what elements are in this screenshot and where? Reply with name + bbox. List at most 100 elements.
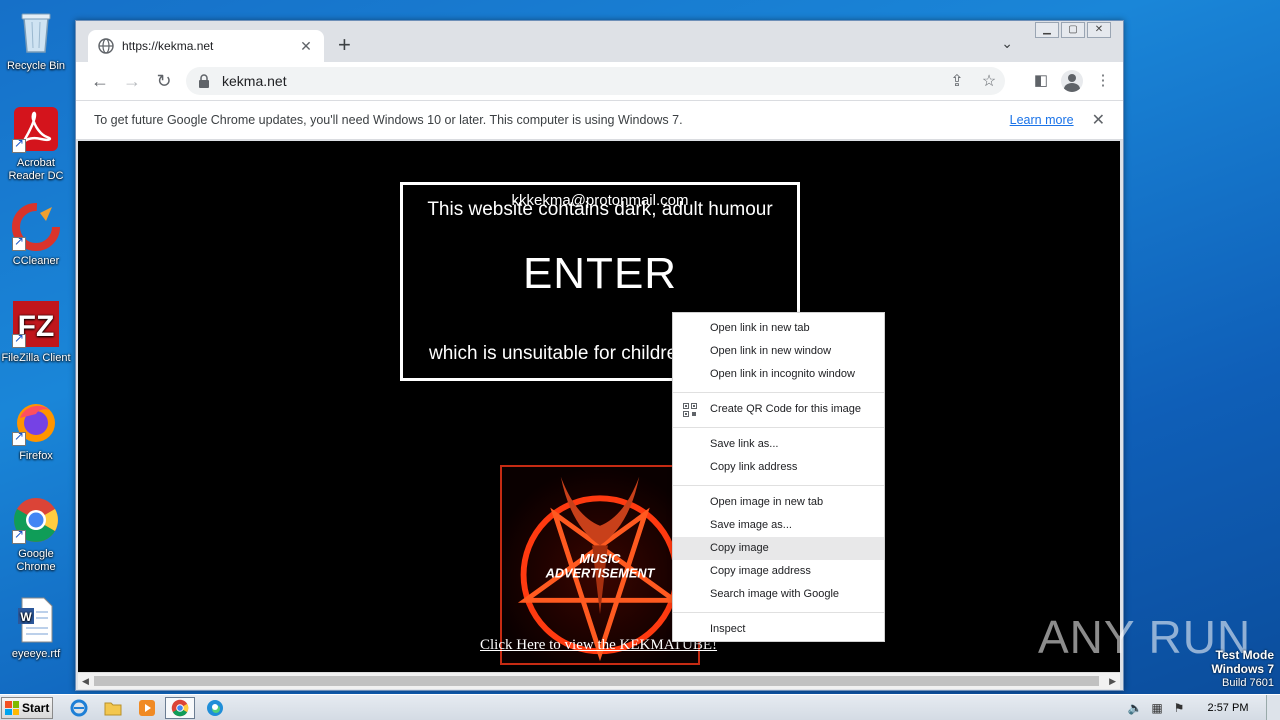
taskbar-ie[interactable]: [64, 697, 94, 719]
taskbar: Start 🔈 ▦ ⚑ 2:57 PM: [0, 694, 1280, 720]
tab-search-chevron-icon[interactable]: ⌄: [1001, 35, 1013, 52]
music-advertisement-image[interactable]: MUSIC ADVERTISEMENT: [500, 465, 700, 665]
desktop-icon-label: eyeeye.rtf: [11, 648, 61, 660]
scroll-thumb[interactable]: [94, 676, 1099, 686]
learn-more-link[interactable]: Learn more: [1010, 113, 1074, 127]
minimize-button[interactable]: ▁: [1035, 22, 1059, 38]
menu-copy-image[interactable]: Copy image: [673, 537, 884, 560]
browser-toolbar: ← → ↻ kekma.net ⇪ ☆ ◧ ⋮: [76, 62, 1123, 100]
acrobat-icon: [12, 105, 60, 153]
menu-separator: [673, 612, 884, 613]
internet-explorer-icon: [70, 699, 88, 717]
taskbar-edge[interactable]: [200, 697, 230, 719]
windows-version-text: Windows 7: [1211, 662, 1274, 676]
menu-open-link-incognito[interactable]: Open link in incognito window: [673, 363, 884, 386]
desktop-icon-chrome[interactable]: Google Chrome: [0, 496, 72, 574]
system-tray: 🔈 ▦ ⚑ 2:57 PM: [1124, 695, 1280, 720]
menu-open-link-new-tab[interactable]: Open link in new tab: [673, 317, 884, 340]
network-icon[interactable]: ▦: [1146, 701, 1168, 715]
update-infobar: To get future Google Chrome updates, you…: [76, 100, 1123, 140]
menu-create-qr-code[interactable]: Create QR Code for this image: [673, 398, 884, 421]
back-button[interactable]: ←: [84, 71, 116, 92]
horizontal-scrollbar[interactable]: ◀ ▶: [78, 672, 1120, 689]
shortcut-arrow-icon: [12, 528, 26, 544]
desktop-icon-label: CCleaner: [12, 255, 60, 267]
address-bar[interactable]: kekma.net ⇪ ☆: [186, 67, 1005, 95]
menu-copy-link-address[interactable]: Copy link address: [673, 456, 884, 479]
close-window-button[interactable]: ✕: [1087, 22, 1111, 38]
scroll-right-icon[interactable]: ▶: [1109, 676, 1116, 687]
desktop-icon-label: Acrobat Reader DC: [8, 157, 64, 182]
more-menu-icon[interactable]: ⋮: [1091, 69, 1115, 93]
infobar-message: To get future Google Chrome updates, you…: [94, 113, 683, 127]
share-icon[interactable]: ⇪: [941, 71, 973, 91]
desktop-icon-filezilla[interactable]: FZ FileZilla Client: [0, 300, 72, 365]
desktop-icon-label: Recycle Bin: [6, 60, 66, 72]
media-player-icon: [139, 700, 155, 716]
toolbar-right: ◧ ⋮: [1029, 69, 1115, 93]
qr-code-icon: [683, 403, 697, 417]
advert-line2: ADVERTISEMENT: [545, 566, 656, 581]
desktop-icon-label: Firefox: [19, 450, 53, 462]
menu-item-label: Create QR Code for this image: [710, 403, 862, 415]
menu-save-image-as[interactable]: Save image as...: [673, 514, 884, 537]
chrome-icon: [12, 496, 60, 544]
chrome-icon: [171, 699, 189, 717]
tab-close-icon[interactable]: ✕: [298, 38, 314, 55]
menu-search-image-google[interactable]: Search image with Google: [673, 583, 884, 606]
profile-avatar-icon[interactable]: [1061, 70, 1083, 92]
window-controls: ▁ ▢ ✕: [1035, 22, 1111, 38]
unsuitable-text: which is unsuitable for children: [429, 343, 688, 364]
lock-icon: [199, 74, 209, 88]
edge-icon: [207, 700, 223, 716]
volume-icon[interactable]: 🔈: [1124, 701, 1146, 715]
infobar-close-icon[interactable]: ✕: [1092, 110, 1105, 130]
menu-separator: [673, 485, 884, 486]
clock[interactable]: 2:57 PM: [1190, 702, 1266, 714]
folder-icon: [104, 702, 122, 716]
show-desktop-button[interactable]: [1266, 695, 1280, 720]
menu-save-link-as[interactable]: Save link as...: [673, 433, 884, 456]
menu-open-image-new-tab[interactable]: Open image in new tab: [673, 491, 884, 514]
tab-title: https://kekma.net: [122, 39, 214, 53]
browser-tab[interactable]: https://kekma.net ✕: [88, 30, 324, 62]
forward-button[interactable]: →: [116, 71, 148, 92]
side-panel-icon[interactable]: ◧: [1029, 69, 1053, 93]
shortcut-arrow-icon: [12, 137, 26, 153]
new-tab-button[interactable]: +: [338, 33, 351, 57]
advert-line1: MUSIC: [579, 551, 621, 566]
windows-logo-icon: [5, 701, 19, 715]
firefox-icon: [12, 398, 60, 446]
menu-copy-image-address[interactable]: Copy image address: [673, 560, 884, 583]
os-test-mode-info: Test Mode Windows 7 Build 7601: [1211, 648, 1274, 690]
scroll-left-icon[interactable]: ◀: [82, 676, 89, 687]
globe-icon: [98, 38, 114, 54]
taskbar-media-player[interactable]: [132, 697, 162, 719]
start-button[interactable]: Start: [1, 697, 53, 719]
desktop-icon-recycle-bin[interactable]: Recycle Bin: [0, 8, 72, 73]
maximize-button[interactable]: ▢: [1061, 22, 1085, 38]
desktop-icon-ccleaner[interactable]: CCleaner: [0, 203, 72, 268]
taskbar-chrome[interactable]: [165, 697, 195, 719]
desktop-icon-acrobat[interactable]: Acrobat Reader DC: [0, 105, 72, 183]
taskbar-explorer[interactable]: [98, 697, 128, 719]
recycle-bin-icon: [12, 8, 60, 56]
action-center-flag-icon[interactable]: ⚑: [1168, 701, 1190, 715]
svg-text:W: W: [20, 610, 32, 624]
desktop-icon-firefox[interactable]: Firefox: [0, 398, 72, 463]
menu-inspect[interactable]: Inspect: [673, 618, 884, 641]
menu-open-link-new-window[interactable]: Open link in new window: [673, 340, 884, 363]
menu-separator: [673, 427, 884, 428]
bookmark-star-icon[interactable]: ☆: [973, 71, 1005, 91]
reload-button[interactable]: ↻: [148, 71, 180, 92]
word-document-icon: W: [12, 596, 60, 644]
shortcut-arrow-icon: [12, 430, 26, 446]
test-mode-text: Test Mode: [1215, 648, 1274, 662]
enter-link[interactable]: ENTER: [403, 249, 797, 299]
desktop-icon-eyeeye-rtf[interactable]: W eyeeye.rtf: [0, 596, 72, 661]
desktop-icon-label: FileZilla Client: [1, 352, 71, 364]
page-content: This website contains dark, adult humour…: [78, 141, 1120, 672]
context-menu: Open link in new tab Open link in new wi…: [672, 312, 885, 642]
desktop-icon-label: Google Chrome: [16, 548, 56, 573]
chrome-window: ▁ ▢ ✕ https://kekma.net ✕ + ⌄ ← → ↻ kekm…: [75, 20, 1124, 691]
